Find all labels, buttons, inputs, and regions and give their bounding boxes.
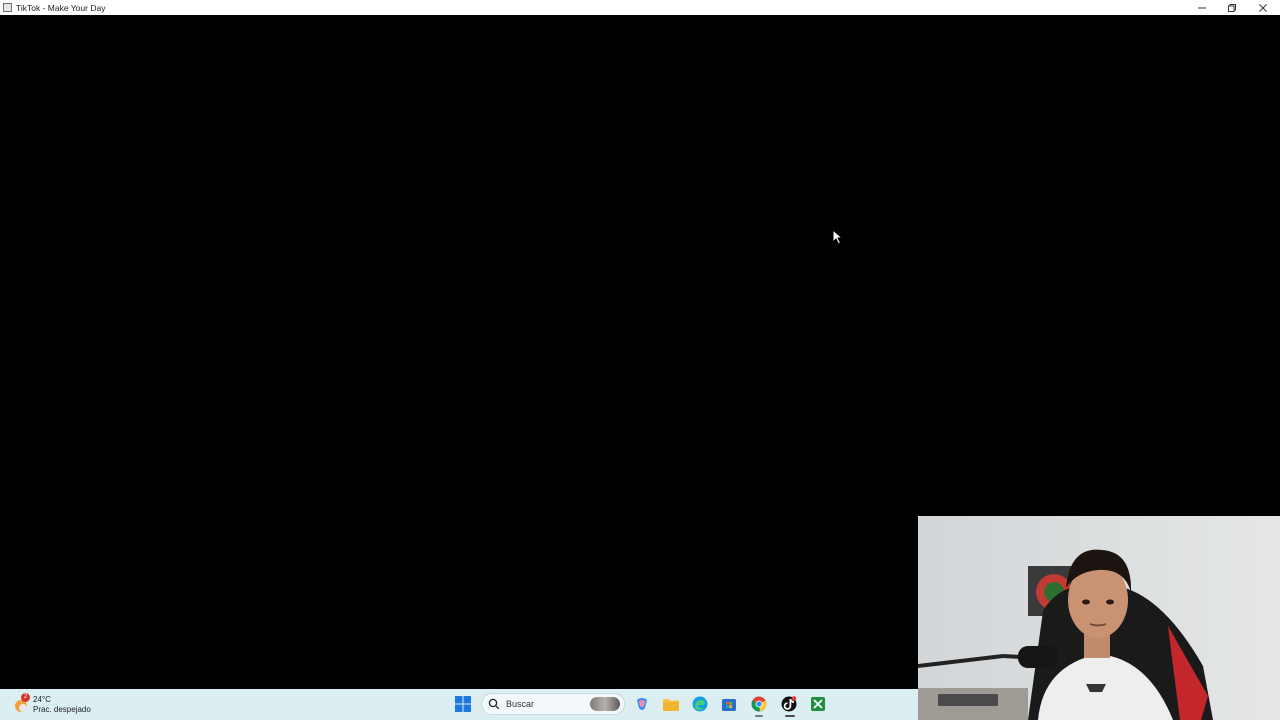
chrome-icon (751, 696, 767, 712)
tiktok-active-indicator (785, 715, 795, 717)
weather-icon: 2 (12, 693, 30, 714)
file-explorer-button[interactable] (660, 694, 682, 714)
window-title: TikTok - Make Your Day (16, 2, 106, 13)
windows-start-button[interactable] (452, 694, 474, 714)
chrome-button[interactable] (748, 694, 770, 714)
windows-start-icon (455, 696, 471, 712)
microsoft-store-button[interactable] (718, 694, 740, 714)
mouse-cursor-icon (832, 228, 844, 245)
microsoft-store-icon (722, 699, 736, 711)
app-icon (3, 3, 12, 12)
copilot-button[interactable] (631, 694, 653, 714)
restore-icon (1228, 3, 1236, 12)
weather-temperature: 24°C (33, 695, 51, 704)
xbox-button[interactable] (807, 694, 829, 714)
search-highlight-image (590, 697, 620, 711)
chrome-running-indicator (755, 715, 763, 717)
restore-button[interactable] (1217, 0, 1247, 15)
tiktok-button[interactable] (778, 694, 800, 714)
file-explorer-icon (663, 699, 679, 711)
search-placeholder: Buscar (506, 699, 535, 709)
minimize-icon (1198, 7, 1206, 8)
taskbar-search-box[interactable]: Buscar (481, 693, 625, 715)
search-icon (488, 698, 500, 710)
weather-widget[interactable]: 2 24°C Prac. despejado (12, 692, 91, 718)
xbox-icon (811, 697, 825, 711)
minimize-button[interactable] (1187, 0, 1217, 15)
close-button[interactable] (1248, 0, 1278, 15)
tiktok-icon (781, 696, 797, 712)
edge-button[interactable] (689, 694, 711, 714)
weather-description: Prac. despejado (33, 705, 91, 714)
edge-icon (692, 696, 708, 712)
close-icon (1259, 3, 1267, 12)
title-bar[interactable]: TikTok - Make Your Day (0, 0, 1280, 15)
copilot-icon (637, 698, 647, 710)
notification-badge: 2 (21, 693, 30, 702)
webcam-overlay (918, 516, 1280, 720)
